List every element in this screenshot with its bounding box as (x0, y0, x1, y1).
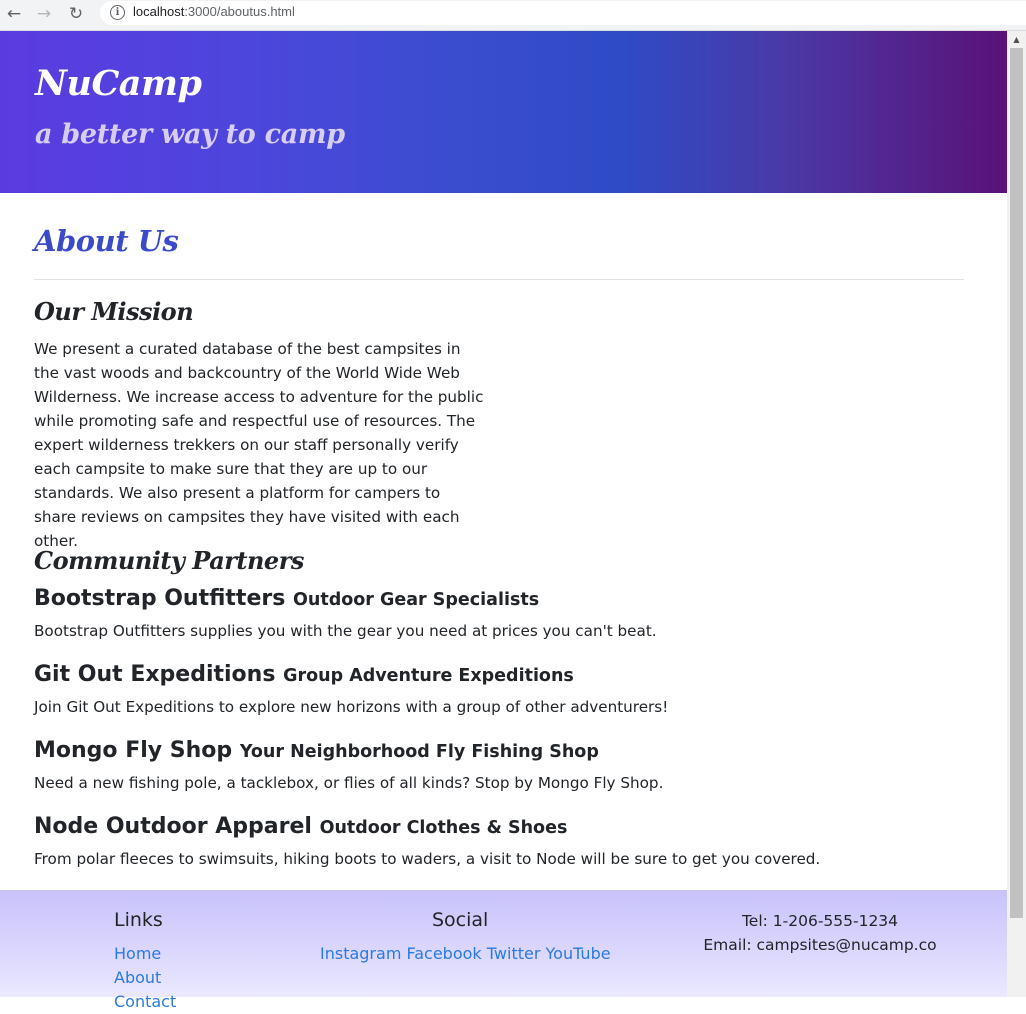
footer-links-list: Home About Contact (114, 942, 176, 1014)
jumbotron-header: NuCamp a better way to camp (0, 31, 1007, 193)
footer-link-item: Home (114, 942, 176, 966)
partner-heading: Mongo Fly Shop Your Neighborhood Fly Fis… (34, 738, 599, 763)
scrollbar-thumb[interactable] (1010, 48, 1023, 918)
brand-tagline: a better way to camp (35, 119, 345, 150)
contact-email: Email: campsites@nucamp.co (703, 936, 937, 954)
social-link-twitter[interactable]: Twitter (487, 944, 541, 963)
partner-description: Bootstrap Outfitters supplies you with t… (34, 622, 657, 640)
contact-info: Tel: 1-206-555-1234 Email: campsites@nuc… (700, 909, 940, 957)
partner-name: Mongo Fly Shop (34, 738, 233, 763)
footer-link-item: Contact (114, 990, 176, 1014)
browser-toolbar: ← → ↻ i localhost:3000/aboutus.html (0, 0, 1026, 31)
url-path: :3000/aboutus.html (184, 4, 295, 19)
partner-description: Need a new fishing pole, a tacklebox, or… (34, 774, 664, 792)
arrow-right-icon[interactable]: → (32, 2, 56, 26)
vertical-scrollbar[interactable]: ▲ (1007, 31, 1026, 997)
divider (34, 279, 964, 280)
social-link-youtube[interactable]: YouTube (546, 944, 611, 963)
address-bar[interactable]: i localhost:3000/aboutus.html (100, 1, 1026, 25)
mission-title: Our Mission (34, 297, 194, 326)
footer-link-contact[interactable]: Contact (114, 992, 176, 1011)
arrow-left-icon[interactable]: ← (2, 2, 26, 26)
footer-links-title: Links (114, 909, 163, 931)
partner-heading: Git Out Expeditions Group Adventure Expe… (34, 662, 574, 687)
mission-text: We present a curated database of the bes… (34, 340, 484, 550)
url-text[interactable]: localhost:3000/aboutus.html (133, 4, 295, 19)
reload-icon[interactable]: ↻ (64, 2, 88, 26)
partners-title: Community Partners (34, 546, 304, 575)
footer-social-title: Social (432, 909, 489, 931)
partner-description: Join Git Out Expeditions to explore new … (34, 698, 669, 716)
footer-link-about[interactable]: About (114, 968, 161, 987)
partner-heading: Node Outdoor Apparel Outdoor Clothes & S… (34, 814, 567, 839)
page-title: About Us (34, 224, 179, 258)
partner-tagline: Group Adventure Expeditions (283, 666, 574, 686)
url-host: localhost (133, 4, 185, 19)
partner-tagline: Outdoor Clothes & Shoes (319, 818, 568, 838)
partner-name: Node Outdoor Apparel (34, 814, 312, 839)
social-links: Instagram Facebook Twitter YouTube (320, 942, 611, 966)
info-icon[interactable]: i (110, 5, 125, 20)
partner-description: From polar fleeces to swimsuits, hiking … (34, 850, 821, 868)
partner-tagline: Outdoor Gear Specialists (293, 590, 540, 610)
site-footer: Links Home About Contact Social Instagra… (0, 890, 1007, 1011)
footer-link-item: About (114, 966, 176, 990)
contact-tel: Tel: 1-206-555-1234 (741, 912, 899, 930)
partner-heading: Bootstrap Outfitters Outdoor Gear Specia… (34, 586, 539, 611)
footer-link-home[interactable]: Home (114, 944, 161, 963)
scroll-up-icon[interactable]: ▲ (1007, 31, 1026, 48)
partner-tagline: Your Neighborhood Fly Fishing Shop (239, 742, 599, 762)
partner-name: Git Out Expeditions (34, 662, 276, 687)
social-link-instagram[interactable]: Instagram (320, 944, 401, 963)
brand-title: NuCamp (35, 63, 202, 104)
partner-name: Bootstrap Outfitters (34, 586, 286, 611)
social-link-facebook[interactable]: Facebook (407, 944, 482, 963)
